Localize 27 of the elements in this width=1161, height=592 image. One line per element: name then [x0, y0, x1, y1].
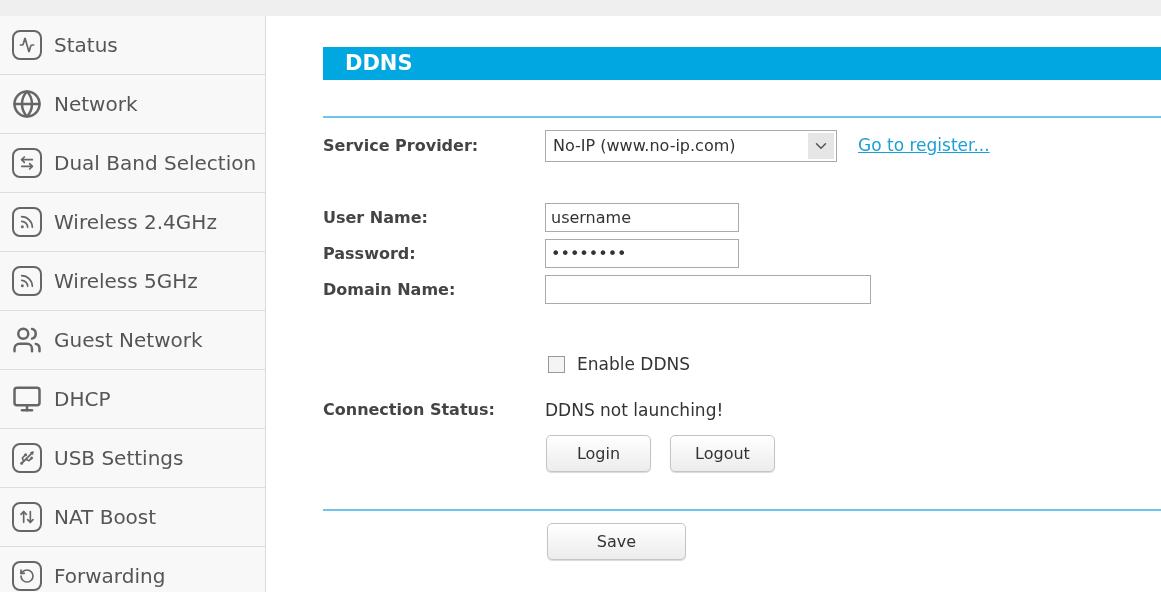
usb-icon: [12, 443, 42, 473]
chevron-down-icon: [808, 133, 834, 159]
action-button[interactable]: Save: [547, 523, 686, 560]
username-field[interactable]: username: [545, 203, 739, 232]
field-label: Service Provider:: [323, 135, 480, 157]
domain-name-field[interactable]: [545, 275, 871, 304]
swap-arrows-icon: [12, 148, 42, 178]
wireless-icon: [12, 266, 42, 296]
circular-arrow-icon: [12, 561, 42, 591]
password-field[interactable]: ••••••••: [545, 239, 739, 268]
field-label: Connection Status:: [323, 399, 496, 422]
checkbox-label: Enable DDNS: [577, 353, 690, 376]
field-label: User Name:: [323, 206, 429, 229]
provider-dropdown[interactable]: No-IP (www.no-ip.com): [545, 130, 837, 162]
globe-icon: [12, 89, 42, 119]
monitor-icon: [12, 384, 42, 414]
wireless-icon: [12, 207, 42, 237]
section-title: DDNS: [345, 49, 413, 77]
field-label: Domain Name:: [323, 278, 457, 301]
action-button[interactable]: Logout: [670, 435, 775, 472]
status-text: DDNS not launching!: [545, 398, 724, 422]
action-button[interactable]: Login: [546, 435, 651, 472]
pulse-icon: [12, 30, 42, 60]
field-label: Password:: [323, 242, 417, 265]
up-down-arrows-icon: [12, 502, 42, 532]
users-icon: [12, 325, 42, 355]
enable-checkbox[interactable]: [548, 356, 565, 374]
